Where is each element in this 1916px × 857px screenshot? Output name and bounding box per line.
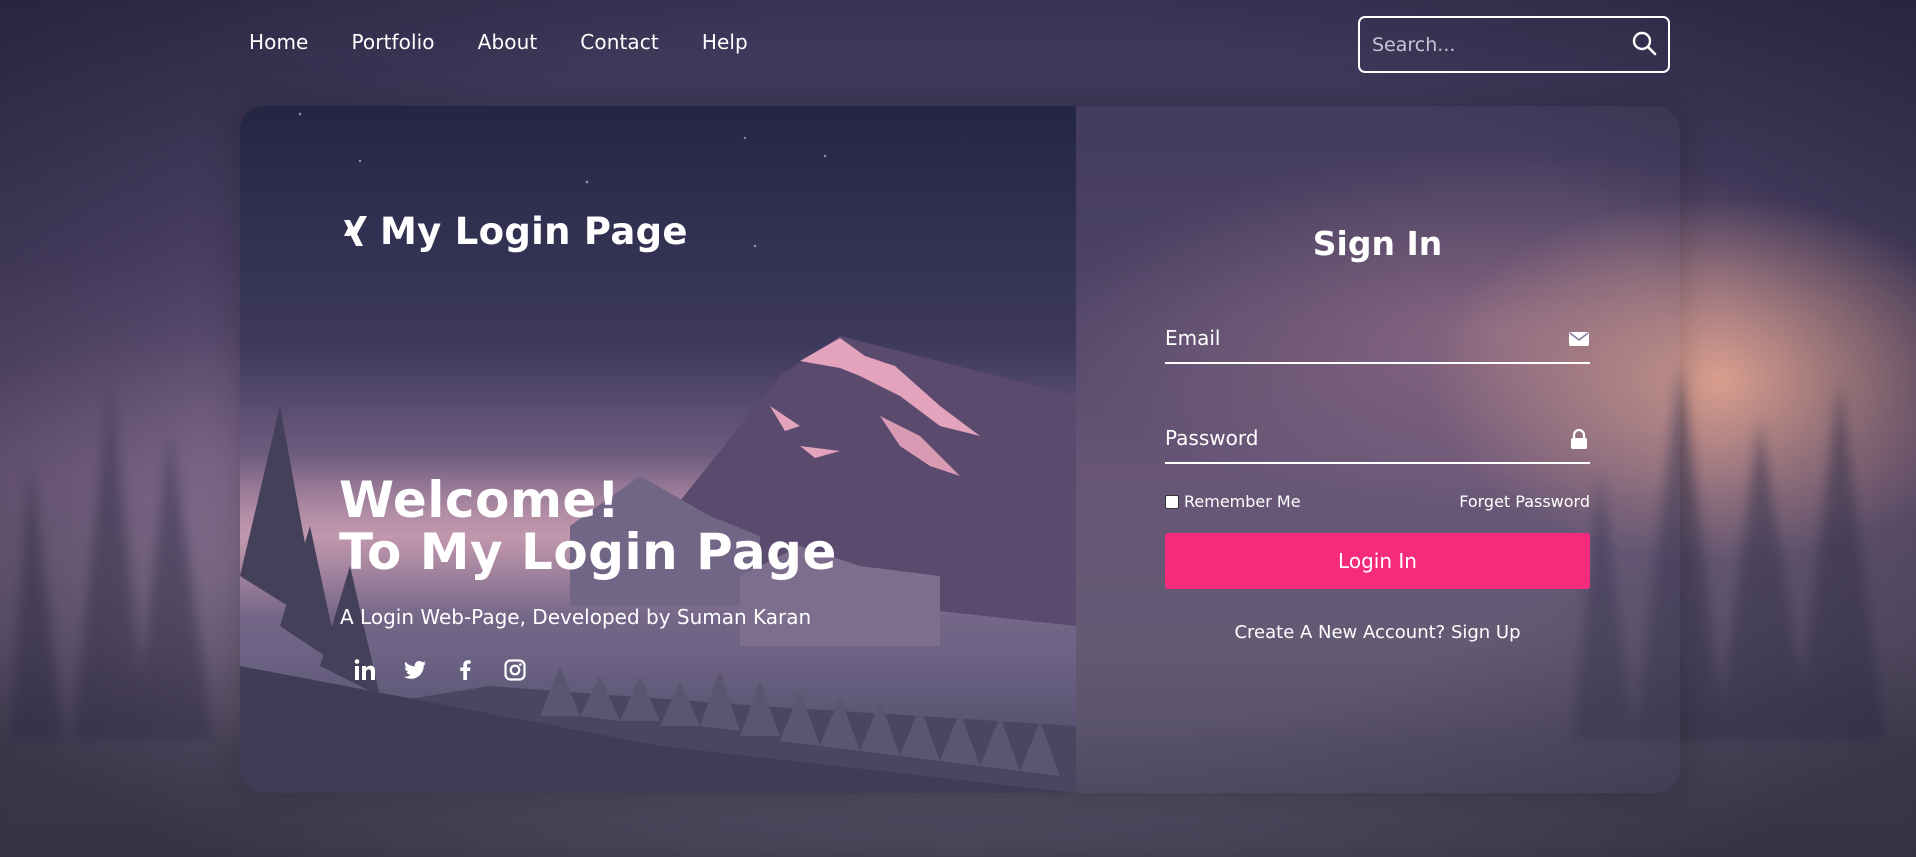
forget-password-link[interactable]: Forget Password [1459, 492, 1590, 511]
password-input[interactable] [1165, 420, 1545, 456]
xing-icon [344, 215, 367, 246]
password-field [1165, 416, 1590, 464]
nav-link-portfolio[interactable]: Portfolio [351, 30, 434, 54]
welcome-line-2: To My Login Page [339, 523, 837, 581]
top-navigation: Home Portfolio About Contact Help [0, 0, 1916, 88]
linkedin-icon[interactable] [353, 658, 377, 682]
nav-link-contact[interactable]: Contact [580, 30, 659, 54]
subtitle: A Login Web-Page, Developed by Suman Kar… [340, 605, 812, 629]
remember-me-label: Remember Me [1184, 492, 1301, 511]
lock-icon [1571, 428, 1587, 449]
welcome-line-1: Welcome! [339, 471, 621, 529]
login-button[interactable]: Login In [1165, 533, 1590, 589]
email-field [1165, 316, 1590, 364]
search-box [1358, 16, 1670, 73]
social-links [353, 658, 527, 682]
moon-icon [930, 106, 975, 146]
envelope-icon [1569, 332, 1589, 346]
brand-title: My Login Page [380, 210, 688, 253]
signup-link[interactable]: Create A New Account? Sign Up [1165, 622, 1590, 643]
facebook-icon[interactable] [453, 658, 477, 682]
welcome-heading: Welcome! To My Login Page [339, 474, 837, 578]
remember-me-checkbox[interactable] [1165, 494, 1179, 509]
instagram-icon[interactable] [503, 658, 527, 682]
nav-links: Home Portfolio About Contact Help [249, 30, 748, 54]
search-icon[interactable] [1630, 29, 1658, 57]
twitter-icon[interactable] [403, 658, 427, 682]
form-options: Remember Me Forget Password [1165, 490, 1590, 514]
email-input[interactable] [1165, 320, 1545, 356]
nav-link-help[interactable]: Help [702, 30, 748, 54]
signin-title: Sign In [1312, 224, 1443, 263]
nav-link-home[interactable]: Home [249, 30, 308, 54]
remember-me-toggle[interactable]: Remember Me [1165, 492, 1301, 511]
search-input[interactable] [1360, 33, 1620, 56]
nav-link-about[interactable]: About [478, 30, 538, 54]
brand: My Login Page [340, 210, 688, 253]
